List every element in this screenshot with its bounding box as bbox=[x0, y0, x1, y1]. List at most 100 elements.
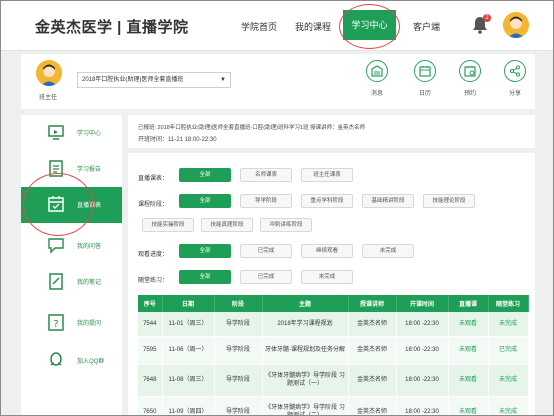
course-select-value: 2018年口腔执业(助理)医师全套直播班 bbox=[82, 77, 184, 83]
sidebar-item-join-qq[interactable]: 加入QQ群 bbox=[21, 343, 122, 379]
filter-progress-continue[interactable]: 继续观看 bbox=[301, 244, 353, 258]
column-header: 主题 bbox=[262, 295, 349, 312]
top-navigation-bar: 金英杰医学 | 直播学院 学院首页 我的课程 学习中心 客户端 2 bbox=[1, 1, 553, 51]
filter-progress-done[interactable]: 已完成 bbox=[240, 244, 292, 258]
quick-action-calendar[interactable]: 日历 bbox=[410, 60, 440, 97]
cell-exercise-status[interactable]: 未完成 bbox=[488, 396, 529, 415]
cell-topic: 《牙体牙髓病学》导学阶段 习题测试（一） bbox=[262, 364, 349, 397]
cell-stage: 导学阶段 bbox=[214, 336, 263, 365]
cell-teacher: 金英杰名师 bbox=[348, 336, 397, 365]
column-header: 阶段 bbox=[214, 295, 263, 312]
main-panel: 已报班: 2018年口腔执业(助理)医师全套直播班-口腔(助理)班科学习1班 授… bbox=[128, 115, 535, 415]
cell-time: 18:00 -22:30 bbox=[396, 312, 449, 337]
cell-date: 11-09（周四） bbox=[162, 396, 215, 415]
user-avatar[interactable] bbox=[503, 12, 529, 38]
cell-stage: 导学阶段 bbox=[214, 312, 263, 337]
question-icon: ? bbox=[48, 314, 64, 331]
filter-progress-undone[interactable]: 未完成 bbox=[362, 244, 414, 258]
sidebar: 学习中心 学习报告 直播课表 我的问答 我的笔记 ? 我的提问 加入QQ群 bbox=[21, 115, 122, 415]
cell-topic: 牙体牙髓-课程规划及任务分解 bbox=[262, 336, 349, 365]
filter-label-exercise: 随堂练习： bbox=[138, 278, 169, 284]
cell-exercise-status[interactable]: 未完成 bbox=[488, 312, 529, 337]
annotation-circle bbox=[339, 4, 400, 49]
quick-action-label: 分享 bbox=[508, 91, 521, 97]
table-row[interactable]: 7650 11-09（周四） 导学阶段 《牙体牙髓病学》导学阶段 习题测试（二）… bbox=[138, 396, 529, 415]
filter-progress-all[interactable]: 全部 bbox=[179, 244, 231, 258]
teacher-label: 班主任 bbox=[39, 95, 58, 101]
column-header: 开课时间 bbox=[396, 295, 449, 312]
sidebar-item-label: 加入QQ群 bbox=[77, 359, 105, 365]
cell-live-status[interactable]: 未观看 bbox=[448, 364, 489, 397]
column-header: 授课讲师 bbox=[348, 295, 397, 312]
quick-action-appointment[interactable]: 预约 bbox=[455, 60, 485, 97]
quick-action-message[interactable]: 消息 bbox=[362, 60, 392, 97]
note-icon bbox=[49, 273, 63, 290]
nav-my-courses[interactable]: 我的课程 bbox=[295, 20, 331, 33]
appointment-icon bbox=[464, 66, 476, 77]
filter-stage-skill-theory[interactable]: 技能理论阶段 bbox=[423, 194, 475, 208]
cell-live-status[interactable]: 未观看 bbox=[448, 396, 489, 415]
quick-action-label: 日历 bbox=[418, 91, 431, 97]
chevron-down-icon: ▼ bbox=[220, 77, 226, 83]
enrollment-info: 已报班: 2018年口腔执业(助理)医师全套直播班-口腔(助理)班科学习1班 授… bbox=[138, 125, 366, 131]
filter-live-teacher[interactable]: 名师课表 bbox=[240, 168, 292, 182]
filter-live-all[interactable]: 全部 bbox=[179, 168, 231, 182]
sidebar-item-my-questions[interactable]: ? 我的提问 bbox=[21, 305, 122, 341]
chat-icon bbox=[48, 238, 64, 254]
brand-logo[interactable]: 金英杰医学 | 直播学院 bbox=[35, 16, 189, 37]
filter-stage-all[interactable]: 全部 bbox=[179, 194, 231, 208]
filter-stage-basic[interactable]: 基础精讲阶段 bbox=[362, 194, 414, 208]
column-header: 日期 bbox=[162, 295, 215, 312]
cell-stage: 导学阶段 bbox=[214, 396, 263, 415]
cell-exercise-status[interactable]: 未完成 bbox=[488, 364, 529, 397]
table-row[interactable]: 7648 11-08（周三） 导学阶段 《牙体牙髓病学》导学阶段 习题测试（一）… bbox=[138, 364, 529, 397]
cell-live-status[interactable]: 未观看 bbox=[448, 336, 489, 365]
filter-stage-skill-exam[interactable]: 技能真题阶段 bbox=[201, 218, 253, 232]
course-bar: 班主任 2018年口腔执业(助理)医师全套直播班 ▼ 消息 日历 预约 分享 bbox=[21, 54, 535, 109]
cell-date: 11-06（周一） bbox=[162, 336, 215, 365]
sidebar-item-label: 学习中心 bbox=[77, 131, 102, 137]
message-icon bbox=[371, 65, 383, 77]
cell-live-status[interactable]: 未观看 bbox=[448, 312, 489, 337]
filter-exercise-undone[interactable]: 未完成 bbox=[301, 270, 353, 284]
sidebar-item-learning-center[interactable]: 学习中心 bbox=[21, 115, 122, 151]
cell-teacher: 金英杰名师 bbox=[348, 396, 397, 415]
filter-exercise-done[interactable]: 已完成 bbox=[240, 270, 292, 284]
sidebar-item-label: 我的笔记 bbox=[77, 280, 102, 286]
cell-exercise-status[interactable]: 已完成 bbox=[488, 336, 529, 365]
cell-topic: 2018年学习课程规划 bbox=[262, 312, 349, 337]
monitor-icon bbox=[48, 125, 64, 140]
annotation-circle bbox=[23, 173, 93, 236]
share-icon bbox=[509, 65, 521, 77]
teacher-avatar bbox=[36, 60, 62, 86]
sidebar-item-label: 我的问答 bbox=[77, 244, 102, 250]
calendar-icon bbox=[419, 66, 431, 77]
cell-stage: 导学阶段 bbox=[214, 364, 263, 397]
sidebar-item-my-notes[interactable]: 我的笔记 bbox=[21, 264, 122, 300]
quick-action-share[interactable]: 分享 bbox=[500, 60, 530, 97]
sidebar-item-label: 我的提问 bbox=[77, 321, 102, 327]
filter-exercise-all[interactable]: 全部 bbox=[179, 270, 231, 284]
filter-live-headteacher[interactable]: 班主任课表 bbox=[301, 168, 353, 182]
filter-stage-intro[interactable]: 导学阶段 bbox=[240, 194, 292, 208]
cell-date: 11-01（周三） bbox=[162, 312, 215, 337]
cell-id: 7648 bbox=[138, 364, 163, 397]
class-time: 开班时间：11-21 18:00-22:30 bbox=[138, 137, 217, 143]
cell-time: 18:00 -22:30 bbox=[396, 396, 449, 415]
cell-id: 7544 bbox=[138, 312, 163, 337]
filter-stage-skill-practice[interactable]: 技能实操阶段 bbox=[142, 218, 194, 232]
filter-stage-sprint[interactable]: 冲刺讲练阶段 bbox=[260, 218, 312, 232]
cell-id: 7595 bbox=[138, 336, 163, 365]
course-select[interactable]: 2018年口腔执业(助理)医师全套直播班 ▼ bbox=[77, 72, 231, 88]
cell-time: 18:00 -22:30 bbox=[396, 336, 449, 365]
nav-home[interactable]: 学院首页 bbox=[241, 20, 277, 33]
filter-stage-key[interactable]: 重点学科阶段 bbox=[301, 194, 353, 208]
nav-client[interactable]: 客户端 bbox=[413, 20, 440, 33]
schedule-table: 序号 日期 阶段 主题 授课讲师 开课时间 直播课 随堂练习 7544 11-0… bbox=[138, 295, 529, 415]
table-row[interactable]: 7544 11-01（周三） 导学阶段 2018年学习课程规划 金英杰名师 18… bbox=[138, 312, 529, 337]
table-header-row: 序号 日期 阶段 主题 授课讲师 开课时间 直播课 随堂练习 bbox=[138, 295, 529, 312]
column-header: 序号 bbox=[138, 295, 163, 312]
svg-text:?: ? bbox=[53, 319, 58, 330]
table-row[interactable]: 7595 11-06（周一） 导学阶段 牙体牙髓-课程规划及任务分解 金英杰名师… bbox=[138, 336, 529, 365]
cell-topic: 《牙体牙髓病学》导学阶段 习题测试（二） bbox=[262, 396, 349, 415]
